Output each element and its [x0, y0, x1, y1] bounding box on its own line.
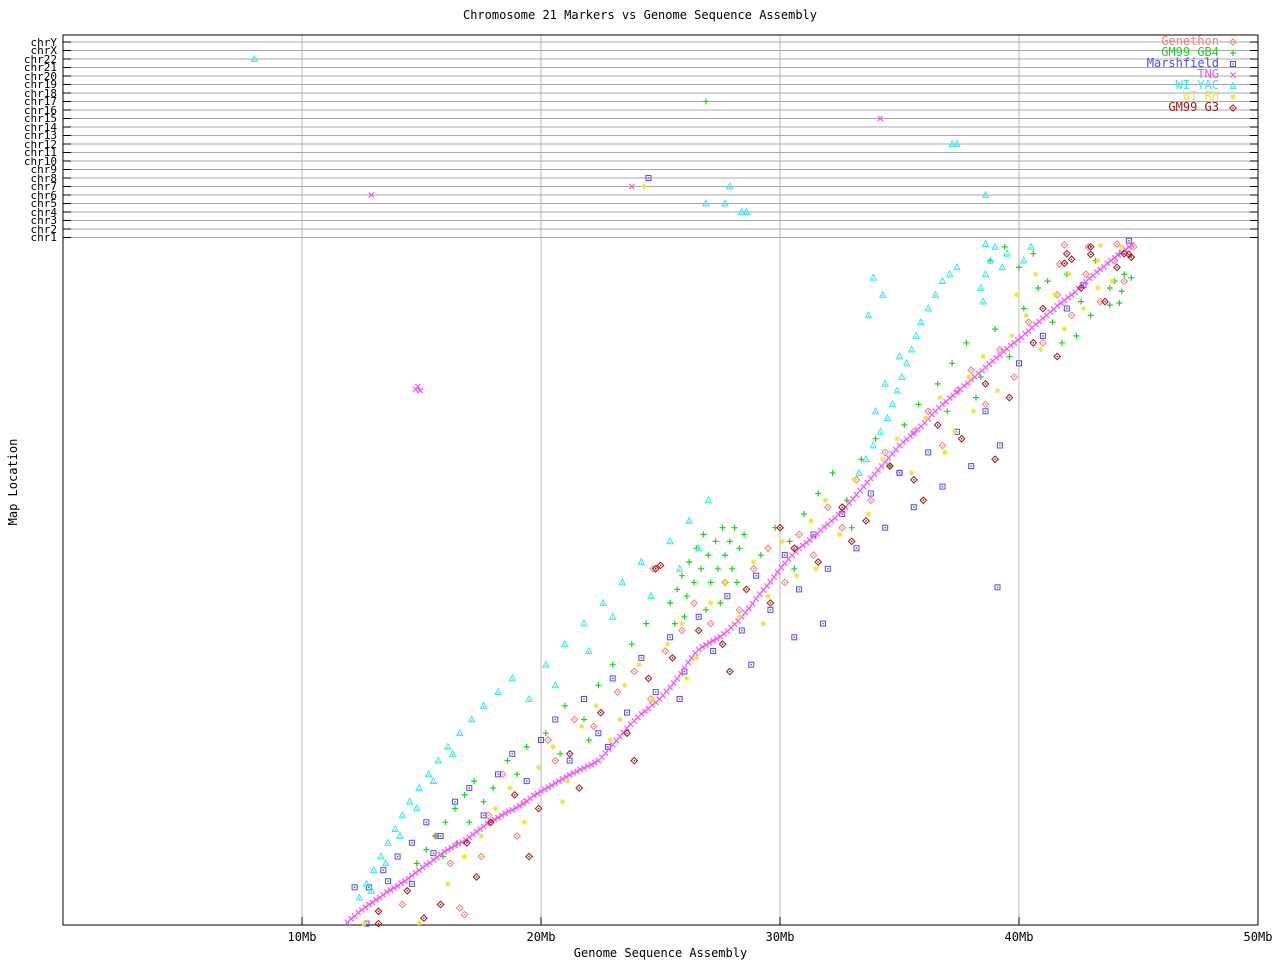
chart-canvas: Chromosome 21 Markers vs Genome Sequence… — [0, 0, 1280, 960]
x-axis-tick-label: 50Mb — [1234, 931, 1280, 943]
legend-marker-icon — [1226, 81, 1240, 91]
x-axis-tick-label: 10Mb — [278, 931, 326, 943]
y-axis-chr-label: chr1 — [3, 232, 57, 243]
legend-marker-icon — [1226, 59, 1240, 69]
gridlines — [63, 35, 1258, 925]
legend-item: Marshfield — [1147, 58, 1240, 69]
legend-marker-icon — [1226, 92, 1240, 102]
x-axis-tick-label: 40Mb — [995, 931, 1043, 943]
legend: GenethonGM99 GB4MarshfieldTNGWI YACWI RH… — [1147, 36, 1240, 113]
legend-label: GM99 G3 — [1168, 102, 1219, 113]
series-marshfield — [352, 176, 1131, 927]
plot-frame — [63, 35, 1258, 925]
plot-area — [0, 0, 1280, 960]
legend-marker-icon — [1226, 48, 1240, 58]
series-wi_yac — [251, 56, 1034, 900]
legend-marker-icon — [1226, 70, 1240, 80]
series-gb4 — [414, 99, 1135, 867]
legend-marker-icon — [1226, 103, 1240, 113]
x-axis-tick-label: 20Mb — [517, 931, 565, 943]
legend-item: GM99 G3 — [1147, 102, 1240, 113]
x-axis-tick-label: 30Mb — [756, 931, 804, 943]
legend-marker-icon — [1226, 37, 1240, 47]
series-wi_rh — [361, 184, 1124, 927]
series-g3 — [375, 244, 1134, 927]
